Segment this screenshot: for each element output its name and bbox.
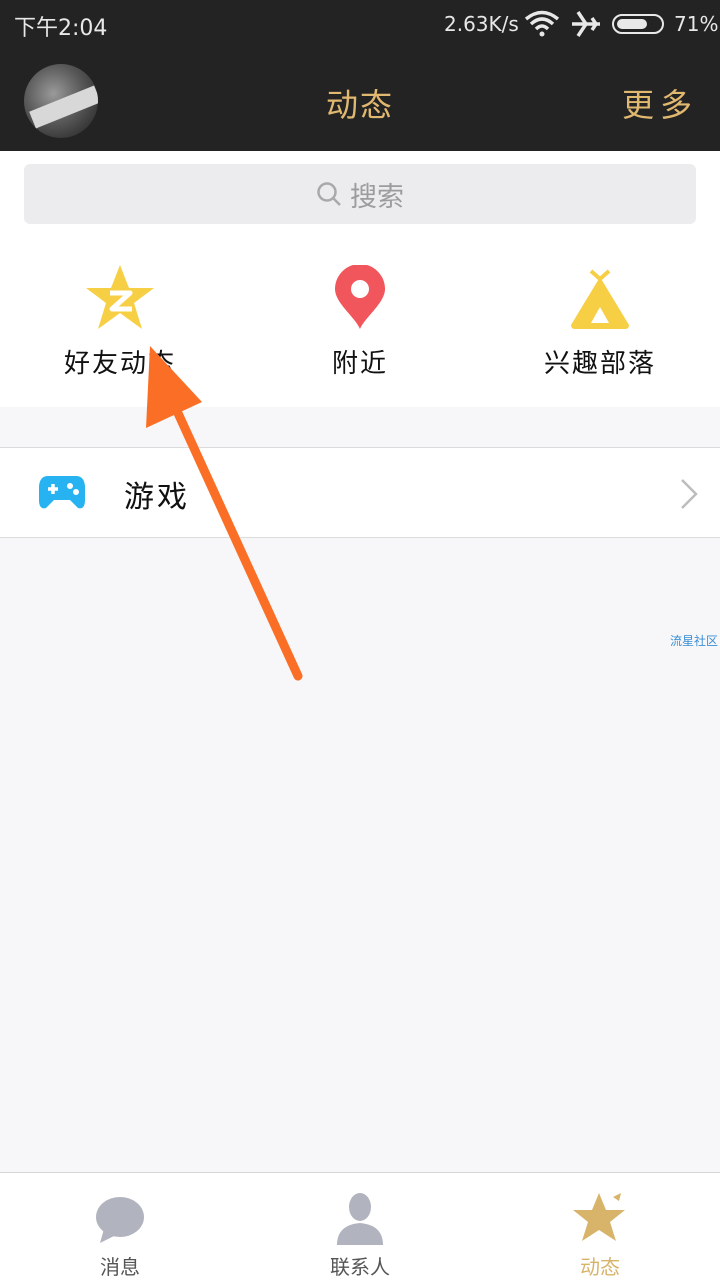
tab-label: 动态 — [580, 1255, 620, 1279]
contact-person-icon — [337, 1193, 383, 1245]
tab-messages[interactable]: 消息 — [0, 1173, 240, 1281]
annotation-arrow — [146, 346, 303, 681]
tab-label: 联系人 — [330, 1255, 390, 1279]
tab-feed[interactable]: 动态 — [480, 1173, 720, 1281]
bottom-tab-bar: 消息 联系人 动态 — [0, 1172, 720, 1281]
tab-contacts[interactable]: 联系人 — [240, 1173, 480, 1281]
feed-star-icon — [573, 1193, 625, 1241]
tab-label: 消息 — [100, 1255, 140, 1279]
message-bubble-icon — [96, 1197, 144, 1243]
